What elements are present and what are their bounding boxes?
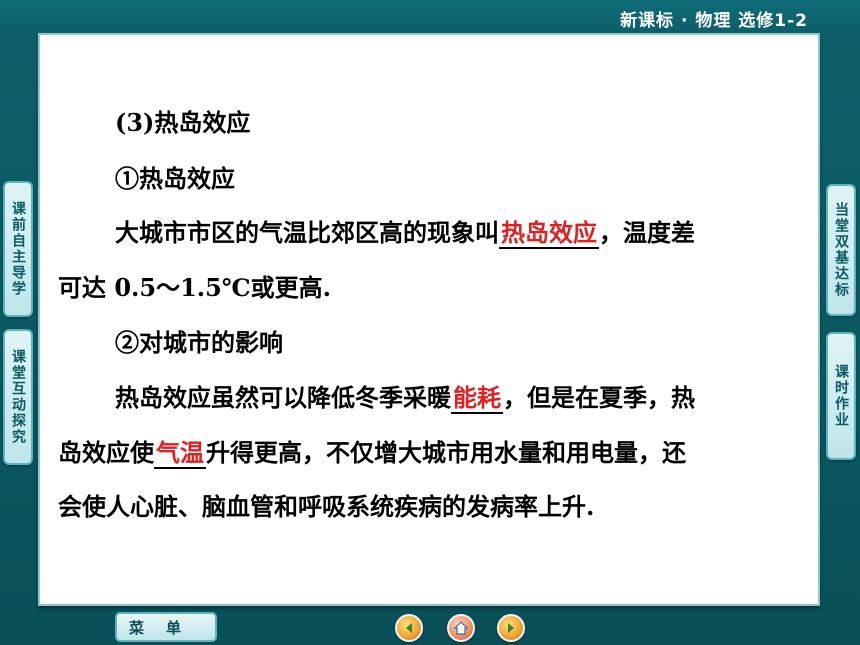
- tab-basic-practice[interactable]: 当堂双基达标: [826, 184, 856, 316]
- paragraph-1-line-1: 大城市市区的气温比郊区高的现象叫热岛效应，温度差: [115, 213, 695, 249]
- paragraph-2-line-1: 热岛效应虽然可以降低冬季采暖能耗，但是在夏季，热: [115, 378, 695, 414]
- p2-line2-before: 岛效应使: [58, 438, 154, 467]
- paragraph-2-line-2: 岛效应使气温升得更高，不仅增大城市用水量和用电量，还: [58, 433, 686, 469]
- tab-pre-class-label: 课前自主导学: [10, 201, 26, 297]
- next-arrow-icon: [508, 623, 514, 633]
- prev-icon[interactable]: [395, 614, 423, 642]
- p2-line2-after: 升得更高，不仅增大城市用水量和用电量，还: [206, 438, 686, 467]
- house-icon: [453, 621, 469, 635]
- answer-blank-heat-island: 热岛效应: [499, 218, 599, 249]
- prev-arrow-icon: [406, 623, 412, 633]
- subheading-heat-island: ①热岛效应: [115, 164, 235, 193]
- paragraph-1-line-2: 可达 0.5～1.5℃或更高.: [58, 273, 331, 302]
- section-heading: (3)热岛效应: [115, 108, 251, 137]
- p1-text-after: ，温度差: [599, 218, 695, 247]
- tab-basic-practice-label: 当堂双基达标: [833, 202, 849, 298]
- content-panel: (3)热岛效应 ①热岛效应 大城市市区的气温比郊区高的现象叫热岛效应，温度差 可…: [38, 33, 820, 606]
- p2-text-before: 热岛效应虽然可以降低冬季采暖: [115, 383, 451, 412]
- tab-homework[interactable]: 课时作业: [826, 332, 856, 460]
- p1-text-before: 大城市市区的气温比郊区高的现象叫: [115, 218, 499, 247]
- home-icon[interactable]: [447, 614, 475, 642]
- paragraph-2-line-3: 会使人心脏、脑血管和呼吸系统疾病的发病率上升.: [58, 492, 595, 521]
- p2-text-mid: ，但是在夏季，热: [503, 383, 695, 412]
- tab-classroom-label: 课堂互动探究: [10, 349, 26, 445]
- header-title: 新课标 · 物理 选修1-2: [620, 11, 808, 31]
- answer-blank-temperature: 气温: [154, 438, 206, 469]
- tab-homework-label: 课时作业: [833, 364, 849, 428]
- menu-button[interactable]: 菜单: [115, 612, 217, 642]
- tab-classroom-inquiry[interactable]: 课堂互动探究: [3, 329, 33, 465]
- tab-pre-class-study[interactable]: 课前自主导学: [3, 181, 33, 317]
- answer-blank-energy: 能耗: [451, 383, 503, 414]
- next-icon[interactable]: [497, 614, 525, 642]
- subheading-impact: ②对城市的影响: [115, 328, 283, 357]
- top-bar: 新课标 · 物理 选修1-2: [0, 0, 860, 34]
